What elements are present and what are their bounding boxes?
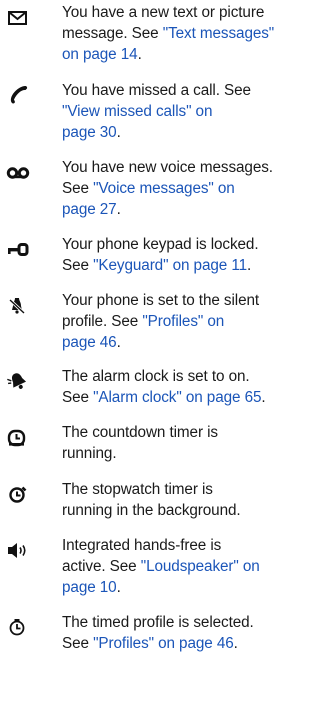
text-segment: See <box>62 635 94 652</box>
entry-description: You have new voice messages. See "Voice m… <box>62 157 312 220</box>
text-line: running. <box>62 443 312 464</box>
voicemail-icon <box>5 161 33 183</box>
text-segment: . <box>116 579 121 596</box>
text-line: See "Profiles" on page 46. <box>62 633 312 654</box>
text-segment: You have new voice messages. <box>62 159 273 176</box>
text-segment: . <box>261 389 266 406</box>
text-segment: Your phone keypad is locked. <box>62 236 259 253</box>
text-line: running in the background. <box>62 500 312 521</box>
cross-reference-link[interactable]: page 10 <box>62 579 117 596</box>
text-line: You have new voice messages. <box>62 157 312 178</box>
key-icon <box>5 238 33 260</box>
text-segment: Integrated hands-free is <box>62 537 222 554</box>
cross-reference-link[interactable]: "Text messages" <box>163 25 274 42</box>
text-line: "View missed calls" on <box>62 101 312 122</box>
text-segment: The alarm clock is set to on. <box>62 368 250 385</box>
text-line: You have a new text or picture <box>62 2 312 23</box>
text-line: active. See "Loudspeaker" on <box>62 556 312 577</box>
cross-reference-link[interactable]: "Voice messages" on <box>93 180 235 197</box>
text-line: profile. See "Profiles" on <box>62 311 312 332</box>
text-line: page 10. <box>62 577 312 598</box>
text-segment: . <box>116 201 121 218</box>
text-line: The timed profile is selected. <box>62 612 312 633</box>
phone-handset-icon <box>5 84 33 106</box>
countdown-timer-icon <box>5 426 33 448</box>
text-line: Your phone keypad is locked. <box>62 234 312 255</box>
text-segment: See <box>62 180 94 197</box>
entry-description: The stopwatch timer is running in the bac… <box>62 479 312 521</box>
text-segment: . <box>116 124 121 141</box>
cross-reference-link[interactable]: on page 14 <box>62 46 138 63</box>
text-line: The alarm clock is set to on. <box>62 366 312 387</box>
text-line: You have missed a call. See <box>62 80 312 101</box>
entry-description: Integrated hands-free is active. See "Lou… <box>62 535 312 598</box>
icon-legend-document: You have a new text or picture message. S… <box>0 0 313 728</box>
text-segment: The stopwatch timer is <box>62 481 213 498</box>
text-segment: message. See <box>62 25 163 42</box>
text-segment: Your phone is set to the silent <box>62 292 260 309</box>
entry-description: The timed profile is selected. See "Profi… <box>62 612 312 654</box>
text-segment: active. See <box>62 558 141 575</box>
text-segment: . <box>233 635 238 652</box>
text-segment: profile. See <box>62 313 143 330</box>
cross-reference-link[interactable]: "View missed calls" on <box>62 103 212 120</box>
entry-description: You have a new text or picture message. S… <box>62 2 312 65</box>
entry-description: The countdown timer is running. <box>62 422 312 464</box>
alarm-bell-icon <box>5 370 33 392</box>
text-segment: The timed profile is selected. <box>62 614 254 631</box>
loudspeaker-icon <box>5 539 33 561</box>
cross-reference-link[interactable]: "Profiles" on <box>142 313 224 330</box>
cross-reference-link[interactable]: "Alarm clock" on page 65 <box>93 389 261 406</box>
entry-description: Your phone keypad is locked. See "Keyguar… <box>62 234 312 276</box>
cross-reference-link[interactable]: page 30 <box>62 124 117 141</box>
stopwatch-icon <box>5 483 33 505</box>
text-line: See "Keyguard" on page 11. <box>62 255 312 276</box>
text-segment: See <box>62 389 94 406</box>
text-segment: You have a new text or picture <box>62 4 265 21</box>
cross-reference-link[interactable]: "Profiles" on page 46 <box>93 635 234 652</box>
silent-profile-icon <box>5 294 33 316</box>
text-segment: See <box>62 257 94 274</box>
text-segment: You have missed a call. See <box>62 82 251 99</box>
text-line: The stopwatch timer is <box>62 479 312 500</box>
text-line: Your phone is set to the silent <box>62 290 312 311</box>
cross-reference-link[interactable]: "Loudspeaker" on <box>141 558 260 575</box>
cross-reference-link[interactable]: page 46 <box>62 334 117 351</box>
text-line: The countdown timer is <box>62 422 312 443</box>
text-line: page 27. <box>62 199 312 220</box>
envelope-icon <box>5 6 33 28</box>
cross-reference-link[interactable]: "Keyguard" on page 11 <box>93 257 247 274</box>
text-segment: . <box>137 46 142 63</box>
text-line: message. See "Text messages" <box>62 23 312 44</box>
text-line: See "Alarm clock" on page 65. <box>62 387 312 408</box>
cross-reference-link[interactable]: page 27 <box>62 201 117 218</box>
text-line: See "Voice messages" on <box>62 178 312 199</box>
text-segment: . <box>116 334 121 351</box>
text-segment: The countdown timer is <box>62 424 218 441</box>
timed-profile-icon <box>5 616 33 638</box>
text-segment: running in the background. <box>62 502 241 519</box>
text-segment: running. <box>62 445 117 462</box>
text-line: page 30. <box>62 122 312 143</box>
entry-description: The alarm clock is set to on. See "Alarm … <box>62 366 312 408</box>
text-line: page 46. <box>62 332 312 353</box>
text-line: Integrated hands-free is <box>62 535 312 556</box>
entry-description: You have missed a call. See "View missed … <box>62 80 312 143</box>
text-segment: . <box>247 257 252 274</box>
text-line: on page 14. <box>62 44 312 65</box>
entry-description: Your phone is set to the silent profile. … <box>62 290 312 353</box>
